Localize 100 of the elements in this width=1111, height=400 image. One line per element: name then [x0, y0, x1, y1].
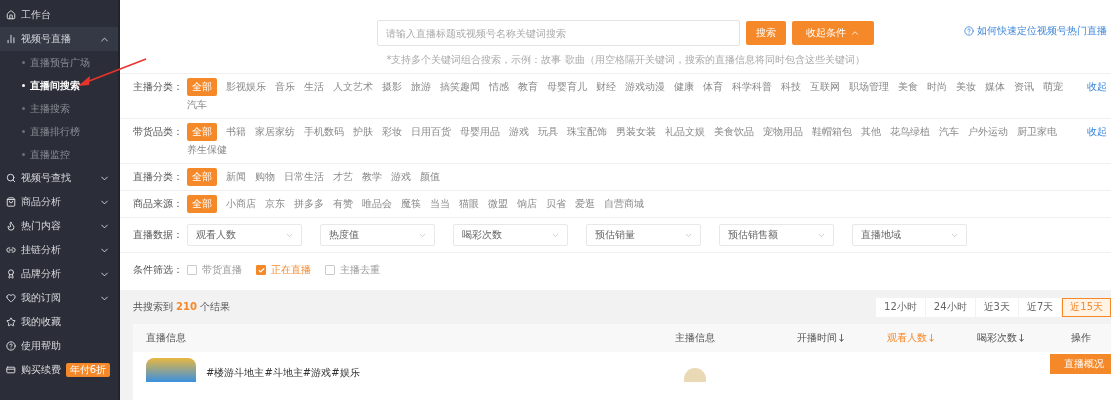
filter-option[interactable]: 母婴育儿: [547, 78, 587, 96]
time-range-tab[interactable]: 近15天: [1062, 297, 1111, 317]
filter-option[interactable]: 汽车: [187, 96, 207, 114]
dropdown-select[interactable]: 预估销量: [586, 224, 701, 246]
filter-option[interactable]: 彩妆: [382, 123, 402, 141]
filter-option[interactable]: 美食: [898, 78, 918, 96]
filter-option[interactable]: 鞋帽箱包: [812, 123, 852, 141]
filter-option[interactable]: 书籍: [226, 123, 246, 141]
filter-option[interactable]: 游戏: [391, 168, 411, 186]
sidebar-item[interactable]: 使用帮助: [0, 334, 118, 358]
filter-option[interactable]: 爱逛: [575, 195, 595, 213]
filter-option[interactable]: 户外运动: [968, 123, 1008, 141]
filter-option[interactable]: 萌宠: [1043, 78, 1063, 96]
filter-option[interactable]: 有赞: [333, 195, 353, 213]
filter-option[interactable]: 护肤: [353, 123, 373, 141]
dropdown-select[interactable]: 观看人数: [187, 224, 302, 246]
filter-option[interactable]: 人文艺术: [333, 78, 373, 96]
time-range-tab[interactable]: 24小时: [925, 297, 975, 317]
filter-option[interactable]: 猫眼: [459, 195, 479, 213]
help-link[interactable]: 如何快速定位视频号热门直播: [964, 24, 1107, 38]
time-range-tab[interactable]: 12小时: [876, 297, 925, 317]
filter-option[interactable]: 日用百货: [411, 123, 451, 141]
dropdown-select[interactable]: 直播地域: [852, 224, 967, 246]
filter-option[interactable]: 美食饮品: [714, 123, 754, 141]
filter-option[interactable]: 情感: [489, 78, 509, 96]
filter-option[interactable]: 其他: [861, 123, 881, 141]
filter-option[interactable]: 日常生活: [284, 168, 324, 186]
filter-option[interactable]: 科学科普: [732, 78, 772, 96]
sidebar-item[interactable]: 热门内容: [0, 214, 118, 238]
filter-option[interactable]: 才艺: [333, 168, 353, 186]
filter-option[interactable]: 当当: [430, 195, 450, 213]
filter-option[interactable]: 宠物用品: [763, 123, 803, 141]
filter-option[interactable]: 财经: [596, 78, 616, 96]
filter-option[interactable]: 珠宝配饰: [567, 123, 607, 141]
filter-option[interactable]: 玩具: [538, 123, 558, 141]
filter-option[interactable]: 母婴用品: [460, 123, 500, 141]
search-field[interactable]: 请输入直播标题或视频号名称关键词搜索: [377, 20, 740, 46]
sidebar-item[interactable]: 我的收藏: [0, 310, 118, 334]
filter-option[interactable]: 手机数码: [304, 123, 344, 141]
filter-option[interactable]: 教学: [362, 168, 382, 186]
filter-option[interactable]: 健康: [674, 78, 694, 96]
sidebar-subitem[interactable]: 直播间搜索: [0, 74, 118, 97]
filter-option[interactable]: 唯品会: [362, 195, 392, 213]
filter-option[interactable]: 体育: [703, 78, 723, 96]
filter-option[interactable]: 全部: [187, 123, 217, 141]
filter-option[interactable]: 花鸟绿植: [890, 123, 930, 141]
sidebar-item[interactable]: 挂链分析: [0, 238, 118, 262]
filter-option[interactable]: 音乐: [275, 78, 295, 96]
filter-option[interactable]: 小商店: [226, 195, 256, 213]
filter-option[interactable]: 游戏动漫: [625, 78, 665, 96]
sidebar-item[interactable]: 视频号直播: [0, 27, 118, 51]
filter-option[interactable]: 互联网: [810, 78, 840, 96]
condition-checkbox[interactable]: 正在直播: [256, 261, 311, 279]
filter-option[interactable]: 礼品文娱: [665, 123, 705, 141]
column-header[interactable]: 开播时间: [796, 331, 844, 345]
filter-option[interactable]: 影视娱乐: [226, 78, 266, 96]
filter-option[interactable]: 汽车: [939, 123, 959, 141]
filter-option[interactable]: 自营商城: [604, 195, 644, 213]
filter-option[interactable]: 生活: [304, 78, 324, 96]
filter-option[interactable]: 家居家纺: [255, 123, 295, 141]
filter-option[interactable]: 时尚: [927, 78, 947, 96]
dropdown-select[interactable]: 热度值: [320, 224, 435, 246]
filter-option[interactable]: 全部: [187, 168, 217, 186]
time-range-tab[interactable]: 近7天: [1018, 297, 1062, 317]
sidebar-item[interactable]: 购买续费 年付6折: [0, 358, 118, 382]
filter-option[interactable]: 颜值: [420, 168, 440, 186]
filter-option[interactable]: 拼多多: [294, 195, 324, 213]
filter-option[interactable]: 资讯: [1014, 78, 1034, 96]
condition-checkbox[interactable]: 带货直播: [187, 261, 242, 279]
filter-option[interactable]: 科技: [781, 78, 801, 96]
condition-checkbox[interactable]: 主播去重: [325, 261, 380, 279]
filter-option[interactable]: 全部: [187, 195, 217, 213]
filter-option[interactable]: 饷店: [517, 195, 537, 213]
sidebar-subitem[interactable]: 直播预告广场: [0, 51, 118, 74]
filter-option[interactable]: 魔筷: [401, 195, 421, 213]
sidebar-item[interactable]: 我的订阅: [0, 286, 118, 310]
collapse-link[interactable]: 收起: [1081, 123, 1111, 141]
collapse-link[interactable]: 收起: [1081, 78, 1111, 96]
collapse-filters-button[interactable]: 收起条件: [792, 21, 874, 45]
filter-option[interactable]: 厨卫家电: [1017, 123, 1057, 141]
filter-option[interactable]: 美妆: [956, 78, 976, 96]
filter-option[interactable]: 搞笑趣闻: [440, 78, 480, 96]
search-button[interactable]: 搜索: [746, 21, 786, 45]
filter-option[interactable]: 摄影: [382, 78, 402, 96]
live-overview-button[interactable]: 直播概况: [1050, 354, 1111, 374]
column-header[interactable]: 喝彩次数: [976, 331, 1024, 345]
dropdown-select[interactable]: 喝彩次数: [453, 224, 568, 246]
filter-option[interactable]: 男装女装: [616, 123, 656, 141]
column-header[interactable]: 观看人数: [886, 331, 934, 345]
filter-option[interactable]: 旅游: [411, 78, 431, 96]
filter-option[interactable]: 游戏: [509, 123, 529, 141]
filter-option[interactable]: 职场管理: [849, 78, 889, 96]
filter-option[interactable]: 京东: [265, 195, 285, 213]
sidebar-subitem[interactable]: 直播排行榜: [0, 120, 118, 143]
sidebar-subitem[interactable]: 主播搜索: [0, 97, 118, 120]
sidebar-subitem[interactable]: 直播监控: [0, 143, 118, 166]
filter-option[interactable]: 全部: [187, 78, 217, 96]
filter-option[interactable]: 购物: [255, 168, 275, 186]
filter-option[interactable]: 新闻: [226, 168, 246, 186]
sidebar-item[interactable]: 品牌分析: [0, 262, 118, 286]
